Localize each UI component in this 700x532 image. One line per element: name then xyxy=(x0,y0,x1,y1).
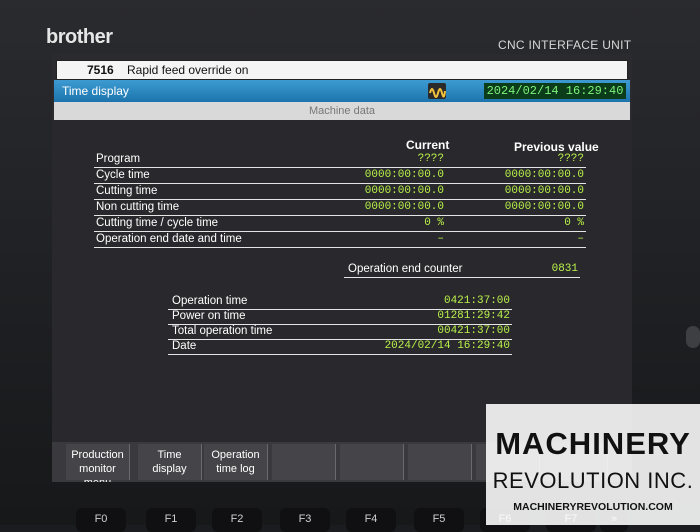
function-key-f3[interactable]: F3 xyxy=(280,508,330,532)
totals-value: 01281:29:42 xyxy=(437,310,510,322)
totals-label: Total operation time xyxy=(172,325,273,337)
table-row: Non cutting time 0000:00:00.0 0000:00:00… xyxy=(94,200,586,216)
table-row: Operation end date and time – – xyxy=(94,232,586,248)
softkey-label-line1: Time xyxy=(157,449,182,461)
row-label: Cycle time xyxy=(96,169,150,181)
softkey-label-line2: display xyxy=(152,463,187,475)
unit-title: CNC INTERFACE UNIT xyxy=(498,38,632,52)
spindle-wave-icon xyxy=(428,83,446,99)
operation-end-counter: Operation end counter 0831 xyxy=(344,262,580,278)
row-current-value: 0000:00:00.0 xyxy=(364,185,444,197)
watermark-logo: MACHINERY REVOLUTION INC. MACHINERYREVOL… xyxy=(486,404,700,525)
row-label: Cutting time / cycle time xyxy=(96,217,219,229)
totals-value: 2024/02/14 16:29:40 xyxy=(384,340,510,352)
alarm-message: Rapid feed override on xyxy=(127,63,249,77)
softkey-empty[interactable] xyxy=(340,444,404,480)
row-previous-value: 0 % xyxy=(564,217,584,229)
row-label: Non cutting time xyxy=(96,201,180,213)
row-current-value: ???? xyxy=(417,153,444,165)
side-screw xyxy=(686,326,700,348)
totals-label: Power on time xyxy=(172,310,246,322)
softkey-empty[interactable] xyxy=(408,444,472,480)
softkey-label-line1: Production xyxy=(71,449,124,461)
screen-title: Time display xyxy=(62,84,129,98)
totals-value: 0421:37:00 xyxy=(443,295,510,307)
row-previous-value: 0000:00:00.0 xyxy=(504,185,584,197)
table-row: Cutting time 0000:00:00.0 0000:00:00.0 xyxy=(94,184,586,200)
counter-value: 0831 xyxy=(551,263,578,275)
softkey-label-line2: time log xyxy=(216,463,255,475)
softkey-time-display[interactable]: Time display xyxy=(138,444,202,480)
function-key-f5[interactable]: F5 xyxy=(414,508,464,532)
table-row: Program ???? ???? xyxy=(94,152,586,168)
watermark-url: MACHINERYREVOLUTION.COM xyxy=(513,501,673,513)
row-current-value: 0000:00:00.0 xyxy=(364,201,444,213)
softkey-empty[interactable] xyxy=(272,444,336,480)
row-previous-value: 0000:00:00.0 xyxy=(504,169,584,181)
watermark-line1: MACHINERY xyxy=(495,426,691,461)
function-key-f2[interactable]: F2 xyxy=(212,508,262,532)
counter-label: Operation end counter xyxy=(348,263,463,275)
softkey-label-line1: Operation xyxy=(211,449,260,461)
section-title: Machine data xyxy=(54,102,630,120)
clock-display: 2024/02/14 16:29:40 xyxy=(484,83,626,99)
function-key-f4[interactable]: F4 xyxy=(346,508,396,532)
screen-title-bar: Time display 2024/02/14 16:29:40 xyxy=(54,80,630,102)
table-row: Cutting time / cycle time 0 % 0 % xyxy=(94,216,586,232)
row-current-value: 0 % xyxy=(424,217,444,229)
row-label: Operation end date and time xyxy=(96,233,242,245)
totals-row: Operation time 0421:37:00 xyxy=(168,294,512,310)
watermark-line2: REVOLUTION INC. xyxy=(492,468,694,493)
row-previous-value: ???? xyxy=(557,153,584,165)
row-current-value: 0000:00:00.0 xyxy=(364,169,444,181)
alarm-bar: 7516 Rapid feed override on xyxy=(56,60,628,80)
function-key-f1[interactable]: F1 xyxy=(146,508,196,532)
softkey-production-monitor-menu[interactable]: Production monitor menu xyxy=(66,444,130,482)
row-previous-value: – xyxy=(577,233,584,245)
totals-row: Power on time 01281:29:42 xyxy=(168,309,512,325)
softkey-label-line2: monitor menu xyxy=(79,463,116,482)
totals-label: Date xyxy=(172,340,197,352)
row-current-value: – xyxy=(437,233,444,245)
totals-row: Date 2024/02/14 16:29:40 xyxy=(168,339,512,355)
row-previous-value: 0000:00:00.0 xyxy=(504,201,584,213)
data-area: Current Previous value Program ???? ????… xyxy=(52,120,632,442)
softkey-operation-time-log[interactable]: Operation time log xyxy=(204,444,268,480)
totals-label: Operation time xyxy=(172,295,248,307)
table-row: Cycle time 0000:00:00.0 0000:00:00.0 xyxy=(94,168,586,184)
row-label: Program xyxy=(96,153,141,165)
function-key-f0[interactable]: F0 xyxy=(76,508,126,532)
totals-row: Total operation time 00421:37:00 xyxy=(168,324,512,340)
column-header-current: Current xyxy=(406,138,450,152)
row-label: Cutting time xyxy=(96,185,158,197)
alarm-code: 7516 xyxy=(87,63,114,77)
totals-value: 00421:37:00 xyxy=(437,325,510,337)
brand-logo: brother xyxy=(46,26,113,48)
